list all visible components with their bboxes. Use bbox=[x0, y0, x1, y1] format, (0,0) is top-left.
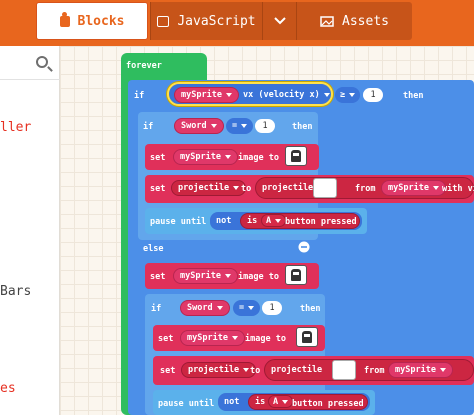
set-label-3: set bbox=[150, 272, 166, 282]
equals-dropdown[interactable]: = bbox=[226, 118, 254, 134]
button-a-dropdown[interactable]: A bbox=[261, 214, 287, 227]
then-label-inner: then bbox=[292, 122, 313, 132]
mysprite-dropdown-6[interactable]: mySprite bbox=[388, 362, 453, 378]
from-label-2: from bbox=[364, 366, 385, 376]
if-label-inner: if bbox=[143, 122, 154, 132]
javascript-icon bbox=[157, 15, 170, 27]
chevron-down-icon bbox=[273, 17, 286, 25]
mysprite-dropdown[interactable]: mySprite bbox=[174, 87, 239, 103]
else-label: else bbox=[143, 244, 164, 254]
sword-dropdown-2[interactable]: Sword bbox=[180, 300, 230, 316]
then-label: then bbox=[403, 91, 424, 101]
set-label-4: set bbox=[158, 334, 174, 344]
toolbox-panel: ller Bars es bbox=[0, 46, 60, 415]
vx-property-dropdown[interactable]: vx (velocity x) bbox=[237, 87, 336, 103]
image-to-label-2: image to bbox=[238, 272, 279, 282]
tab-blocks-label: Blocks bbox=[77, 13, 125, 29]
button-pressed-label-2: button pressed bbox=[292, 399, 364, 409]
mysprite-dropdown-2[interactable]: mySprite bbox=[173, 149, 238, 165]
mysprite-dropdown-3[interactable]: mySprite bbox=[381, 180, 446, 196]
sword-value[interactable]: 1 bbox=[255, 119, 275, 133]
forever-label: forever bbox=[126, 61, 162, 71]
projectile-var-dropdown-2[interactable]: projectile bbox=[181, 362, 257, 378]
to-label-2: to bbox=[250, 366, 261, 376]
if-label: if bbox=[134, 91, 145, 101]
sword-value-2[interactable]: 1 bbox=[262, 301, 282, 315]
language-dropdown-button[interactable] bbox=[262, 2, 296, 40]
button-pressed-label: button pressed bbox=[285, 217, 357, 227]
pause-until-label-2: pause until bbox=[158, 399, 215, 409]
tab-assets[interactable]: Assets bbox=[296, 2, 412, 40]
projectile-var-dropdown[interactable]: projectile bbox=[171, 180, 247, 196]
projectile-image-slot[interactable] bbox=[313, 178, 337, 198]
toolbox-category-controller[interactable]: ller bbox=[0, 120, 31, 135]
image-icon bbox=[320, 15, 334, 27]
sprite-image-thumbnail-3[interactable] bbox=[296, 327, 318, 347]
puzzle-icon bbox=[59, 11, 70, 27]
mysprite-dropdown-4[interactable]: mySprite bbox=[173, 268, 238, 284]
with-vx-label: with vx bbox=[442, 184, 474, 194]
toolbox-category-sprites[interactable]: es bbox=[0, 381, 16, 396]
compare-value[interactable]: 1 bbox=[363, 88, 383, 102]
image-to-label-3: image to bbox=[245, 334, 286, 344]
projectile-image-slot-2[interactable] bbox=[332, 360, 356, 380]
set-label-5: set bbox=[160, 366, 176, 376]
toolbox-search[interactable] bbox=[0, 46, 60, 80]
tab-javascript-label: JavaScript bbox=[177, 13, 256, 29]
set-label-2: set bbox=[150, 184, 166, 194]
then-label-else: then bbox=[300, 304, 321, 314]
pause-until-label: pause until bbox=[150, 217, 207, 227]
button-a-dropdown-2[interactable]: A bbox=[268, 395, 294, 408]
toolbox-category-status-bars[interactable]: Bars bbox=[0, 284, 31, 299]
to-label: to bbox=[241, 184, 252, 194]
sword-dropdown[interactable]: Sword bbox=[174, 118, 224, 134]
image-to-label: image to bbox=[238, 153, 279, 163]
collapse-else-icon[interactable] bbox=[298, 241, 310, 253]
if-label-else: if bbox=[151, 304, 162, 314]
top-toolbar: Blocks JavaScript Assets bbox=[0, 0, 474, 46]
equals-dropdown-2[interactable]: = bbox=[233, 300, 261, 316]
tab-blocks[interactable]: Blocks bbox=[36, 2, 148, 40]
set-label: set bbox=[150, 153, 166, 163]
from-label: from bbox=[355, 184, 376, 194]
mysprite-dropdown-5[interactable]: mySprite bbox=[180, 330, 245, 346]
sprite-image-thumbnail[interactable] bbox=[285, 146, 307, 166]
tab-assets-label: Assets bbox=[342, 13, 389, 29]
sprite-image-thumbnail-2[interactable] bbox=[285, 265, 307, 285]
search-icon[interactable] bbox=[36, 56, 48, 68]
tab-javascript[interactable]: JavaScript bbox=[150, 2, 262, 40]
operator-dropdown[interactable]: ≥ bbox=[335, 87, 361, 103]
